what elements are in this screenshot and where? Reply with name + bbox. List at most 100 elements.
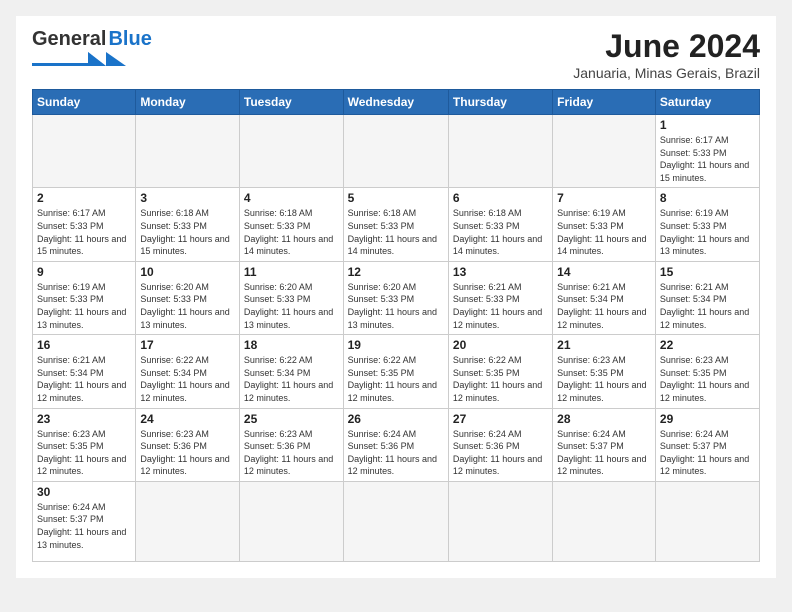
day-number: 24: [140, 412, 235, 426]
logo-general: General: [32, 28, 106, 51]
calendar-cell: 2Sunrise: 6:17 AMSunset: 5:33 PMDaylight…: [33, 188, 136, 261]
day-number: 11: [244, 265, 339, 279]
day-info: Sunrise: 6:24 AMSunset: 5:37 PMDaylight:…: [557, 428, 651, 478]
calendar-cell: 16 Sunrise: 6:21 AMSunset: 5:34 PMDayligh…: [33, 335, 136, 408]
weekday-header-wednesday: Wednesday: [343, 90, 448, 115]
day-info: Sunrise: 6:23 AMSunset: 5:36 PMDaylight:…: [244, 428, 339, 478]
weekday-header-row: SundayMondayTuesdayWednesdayThursdayFrid…: [33, 90, 760, 115]
weekday-header-monday: Monday: [136, 90, 240, 115]
day-info: Sunrise: 6:22 AMSunset: 5:34 PMDaylight:…: [140, 354, 235, 404]
day-info: Sunrise: 6:23 AMSunset: 5:36 PMDaylight:…: [140, 428, 235, 478]
day-info: Sunrise: 6:22 AMSunset: 5:35 PMDaylight:…: [453, 354, 548, 404]
week-row-3: 16 Sunrise: 6:21 AMSunset: 5:34 PMDayligh…: [33, 335, 760, 408]
logo-blue: Blue: [108, 28, 151, 51]
calendar-cell: 17 Sunrise: 6:22 AMSunset: 5:34 PMDayligh…: [136, 335, 240, 408]
day-number: 30: [37, 485, 131, 499]
calendar-cell: 7 Sunrise: 6:19 AMSunset: 5:33 PMDaylight…: [553, 188, 656, 261]
day-number: 6: [453, 191, 548, 205]
calendar-cell: 4Sunrise: 6:18 AMSunset: 5:33 PMDaylight…: [239, 188, 343, 261]
day-number: 14: [557, 265, 651, 279]
subtitle: Januaria, Minas Gerais, Brazil: [573, 65, 760, 81]
day-info: Sunrise: 6:17 AMSunset: 5:33 PMDaylight:…: [37, 207, 131, 257]
calendar-cell: [343, 481, 448, 561]
calendar-cell: 22 Sunrise: 6:23 AMSunset: 5:35 PMDayligh…: [655, 335, 759, 408]
day-info: Sunrise: 6:24 AMSunset: 5:37 PMDaylight:…: [660, 428, 755, 478]
calendar-cell: 18Sunrise: 6:22 AMSunset: 5:34 PMDayligh…: [239, 335, 343, 408]
day-number: 23: [37, 412, 131, 426]
day-number: 25: [244, 412, 339, 426]
day-number: 16: [37, 338, 131, 352]
calendar-cell: [655, 481, 759, 561]
day-number: 4: [244, 191, 339, 205]
day-number: 26: [348, 412, 444, 426]
day-info: Sunrise: 6:23 AMSunset: 5:35 PMDaylight:…: [660, 354, 755, 404]
week-row-5: 30 Sunrise: 6:24 AMSunset: 5:37 PMDayligh…: [33, 481, 760, 561]
day-number: 10: [140, 265, 235, 279]
day-info: Sunrise: 6:19 AMSunset: 5:33 PMDaylight:…: [660, 207, 755, 257]
day-info: Sunrise: 6:18 AMSunset: 5:33 PMDaylight:…: [453, 207, 548, 257]
month-title: June 2024: [573, 28, 760, 65]
calendar-cell: [553, 481, 656, 561]
header-section: General Blue June 2024 Januaria, Minas G…: [32, 28, 760, 81]
day-number: 9: [37, 265, 131, 279]
calendar-cell: 3Sunrise: 6:18 AMSunset: 5:33 PMDaylight…: [136, 188, 240, 261]
day-info: Sunrise: 6:18 AMSunset: 5:33 PMDaylight:…: [348, 207, 444, 257]
weekday-header-sunday: Sunday: [33, 90, 136, 115]
day-number: 27: [453, 412, 548, 426]
calendar-cell: [448, 115, 552, 188]
calendar-cell: [136, 115, 240, 188]
weekday-header-tuesday: Tuesday: [239, 90, 343, 115]
day-info: Sunrise: 6:18 AMSunset: 5:33 PMDaylight:…: [140, 207, 235, 257]
day-number: 8: [660, 191, 755, 205]
calendar-cell: [448, 481, 552, 561]
calendar-cell: 8 Sunrise: 6:19 AMSunset: 5:33 PMDaylight…: [655, 188, 759, 261]
calendar-cell: 11Sunrise: 6:20 AMSunset: 5:33 PMDayligh…: [239, 261, 343, 334]
calendar-cell: 20Sunrise: 6:22 AMSunset: 5:35 PMDayligh…: [448, 335, 552, 408]
day-info: Sunrise: 6:24 AMSunset: 5:37 PMDaylight:…: [37, 501, 131, 551]
day-info: Sunrise: 6:22 AMSunset: 5:35 PMDaylight:…: [348, 354, 444, 404]
calendar-cell: 25 Sunrise: 6:23 AMSunset: 5:36 PMDayligh…: [239, 408, 343, 481]
day-number: 17: [140, 338, 235, 352]
day-info: Sunrise: 6:20 AMSunset: 5:33 PMDaylight:…: [348, 281, 444, 331]
calendar-cell: [239, 115, 343, 188]
day-info: Sunrise: 6:23 AMSunset: 5:35 PMDaylight:…: [557, 354, 651, 404]
day-info: Sunrise: 6:21 AMSunset: 5:34 PMDaylight:…: [660, 281, 755, 331]
day-number: 7: [557, 191, 651, 205]
calendar-cell: 12 Sunrise: 6:20 AMSunset: 5:33 PMDayligh…: [343, 261, 448, 334]
day-info: Sunrise: 6:19 AMSunset: 5:33 PMDaylight:…: [557, 207, 651, 257]
calendar-cell: [553, 115, 656, 188]
calendar-cell: 15Sunrise: 6:21 AMSunset: 5:34 PMDayligh…: [655, 261, 759, 334]
logo-triangle-svg: [106, 52, 126, 66]
calendar-cell: 1 Sunrise: 6:17 AMSunset: 5:33 PMDaylight…: [655, 115, 759, 188]
day-info: Sunrise: 6:21 AMSunset: 5:34 PMDaylight:…: [37, 354, 131, 404]
logo-bar-left: [32, 63, 88, 66]
day-number: 22: [660, 338, 755, 352]
day-info: Sunrise: 6:23 AMSunset: 5:35 PMDaylight:…: [37, 428, 131, 478]
day-number: 12: [348, 265, 444, 279]
day-info: Sunrise: 6:17 AMSunset: 5:33 PMDaylight:…: [660, 134, 755, 184]
calendar-cell: 24 Sunrise: 6:23 AMSunset: 5:36 PMDayligh…: [136, 408, 240, 481]
calendar-cell: 21Sunrise: 6:23 AMSunset: 5:35 PMDayligh…: [553, 335, 656, 408]
day-info: Sunrise: 6:24 AMSunset: 5:36 PMDaylight:…: [348, 428, 444, 478]
week-row-4: 23 Sunrise: 6:23 AMSunset: 5:35 PMDayligh…: [33, 408, 760, 481]
day-number: 1: [660, 118, 755, 132]
day-number: 19: [348, 338, 444, 352]
calendar-cell: 13Sunrise: 6:21 AMSunset: 5:33 PMDayligh…: [448, 261, 552, 334]
calendar-cell: 10Sunrise: 6:20 AMSunset: 5:33 PMDayligh…: [136, 261, 240, 334]
weekday-header-saturday: Saturday: [655, 90, 759, 115]
calendar-cell: 14Sunrise: 6:21 AMSunset: 5:34 PMDayligh…: [553, 261, 656, 334]
calendar-cell: 30 Sunrise: 6:24 AMSunset: 5:37 PMDayligh…: [33, 481, 136, 561]
day-number: 5: [348, 191, 444, 205]
weekday-header-thursday: Thursday: [448, 90, 552, 115]
calendar-cell: 29Sunrise: 6:24 AMSunset: 5:37 PMDayligh…: [655, 408, 759, 481]
title-section: June 2024 Januaria, Minas Gerais, Brazil: [573, 28, 760, 81]
calendar-cell: 27Sunrise: 6:24 AMSunset: 5:36 PMDayligh…: [448, 408, 552, 481]
week-row-2: 9Sunrise: 6:19 AMSunset: 5:33 PMDaylight…: [33, 261, 760, 334]
logo-triangle: [88, 52, 106, 66]
calendar-cell: [343, 115, 448, 188]
calendar-cell: 26 Sunrise: 6:24 AMSunset: 5:36 PMDayligh…: [343, 408, 448, 481]
day-number: 28: [557, 412, 651, 426]
calendar-cell: 5 Sunrise: 6:18 AMSunset: 5:33 PMDaylight…: [343, 188, 448, 261]
week-row-1: 2Sunrise: 6:17 AMSunset: 5:33 PMDaylight…: [33, 188, 760, 261]
day-info: Sunrise: 6:22 AMSunset: 5:34 PMDaylight:…: [244, 354, 339, 404]
